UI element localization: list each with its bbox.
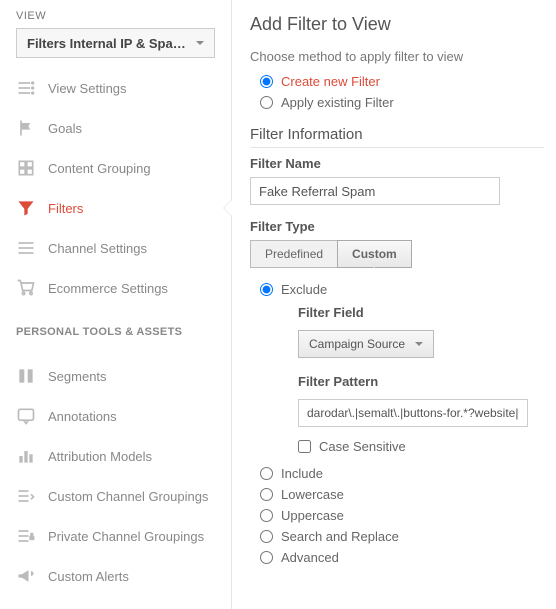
tab-predefined[interactable]: Predefined <box>250 240 338 268</box>
filter-field-label: Filter Field <box>298 305 544 320</box>
funnel-icon <box>16 198 36 218</box>
annotation-icon <box>16 406 36 426</box>
nav-label: Annotations <box>48 409 117 424</box>
nav-label: Goals <box>48 121 82 136</box>
settings-icon <box>16 78 36 98</box>
nav-custom-channel-groupings[interactable]: Custom Channel Groupings <box>0 476 231 516</box>
radio-apply-filter[interactable]: Apply existing Filter <box>260 95 544 110</box>
grouping-icon <box>16 158 36 178</box>
channel-icon <box>16 238 36 258</box>
radio-include[interactable]: Include <box>260 466 544 481</box>
nav-custom-alerts[interactable]: Custom Alerts <box>0 556 231 596</box>
nav-label: Segments <box>48 369 107 384</box>
cart-icon <box>16 278 36 298</box>
filter-type-label: Filter Type <box>250 219 544 234</box>
nav-segments[interactable]: Segments <box>0 356 231 396</box>
view-selector-value: Filters Internal IP & Spam... <box>27 36 188 51</box>
nav-label: View Settings <box>48 81 127 96</box>
nav-label: Content Grouping <box>48 161 151 176</box>
radio-advanced[interactable]: Advanced <box>260 550 544 565</box>
radio-label: Search and Replace <box>281 529 399 544</box>
nav-label: Ecommerce Settings <box>48 281 168 296</box>
nav-ecommerce-settings[interactable]: Ecommerce Settings <box>0 268 231 308</box>
radio-exclude[interactable]: Exclude <box>260 282 544 297</box>
nav-attribution-models[interactable]: Attribution Models <box>0 436 231 476</box>
nav-label: Filters <box>48 201 83 216</box>
radio-label: Uppercase <box>281 508 344 523</box>
nav-label: Attribution Models <box>48 449 152 464</box>
nav-filters[interactable]: Filters <box>0 188 231 228</box>
dropdown-value: Campaign Source <box>309 337 405 351</box>
nav-label: Channel Settings <box>48 241 147 256</box>
filter-pattern-label: Filter Pattern <box>298 374 544 389</box>
view-section-label: VIEW <box>0 0 231 28</box>
radio-label: Exclude <box>281 282 327 297</box>
radio-label: Advanced <box>281 550 339 565</box>
case-sensitive-checkbox[interactable]: Case Sensitive <box>298 439 544 454</box>
caret-down-icon <box>415 342 423 346</box>
tab-custom[interactable]: Custom <box>337 240 412 268</box>
flag-icon <box>16 118 36 138</box>
radio-label: Lowercase <box>281 487 344 502</box>
private-channel-icon <box>16 526 36 546</box>
custom-channel-icon <box>16 486 36 506</box>
nav-label: Custom Channel Groupings <box>48 489 208 504</box>
radio-label: Apply existing Filter <box>281 95 394 110</box>
radio-label: Include <box>281 466 323 481</box>
personal-tools-label: PERSONAL TOOLS & ASSETS <box>0 308 231 346</box>
nav-label: Private Channel Groupings <box>48 529 204 544</box>
nav-content-grouping[interactable]: Content Grouping <box>0 148 231 188</box>
nav-label: Custom Alerts <box>48 569 129 584</box>
caret-down-icon <box>196 41 204 45</box>
nav-channel-settings[interactable]: Channel Settings <box>0 228 231 268</box>
view-selector[interactable]: Filters Internal IP & Spam... <box>16 28 215 58</box>
filter-pattern-input[interactable] <box>298 399 528 427</box>
page-title: Add Filter to View <box>250 14 544 35</box>
nav-goals[interactable]: Goals <box>0 108 231 148</box>
nav-private-channel-groupings[interactable]: Private Channel Groupings <box>0 516 231 556</box>
segments-icon <box>16 366 36 386</box>
radio-create-filter[interactable]: Create new Filter <box>260 74 544 89</box>
radio-uppercase[interactable]: Uppercase <box>260 508 544 523</box>
filter-field-dropdown[interactable]: Campaign Source <box>298 330 434 358</box>
filter-name-label: Filter Name <box>250 156 544 171</box>
checkbox-label: Case Sensitive <box>319 439 406 454</box>
radio-lowercase[interactable]: Lowercase <box>260 487 544 502</box>
nav-annotations[interactable]: Annotations <box>0 396 231 436</box>
megaphone-icon <box>16 566 36 586</box>
radio-label: Create new Filter <box>281 74 380 89</box>
method-label: Choose method to apply filter to view <box>250 49 544 64</box>
chart-icon <box>16 446 36 466</box>
nav-view-settings[interactable]: View Settings <box>0 68 231 108</box>
radio-search-replace[interactable]: Search and Replace <box>260 529 544 544</box>
filter-info-heading: Filter Information <box>250 126 544 148</box>
filter-name-input[interactable] <box>250 177 500 205</box>
